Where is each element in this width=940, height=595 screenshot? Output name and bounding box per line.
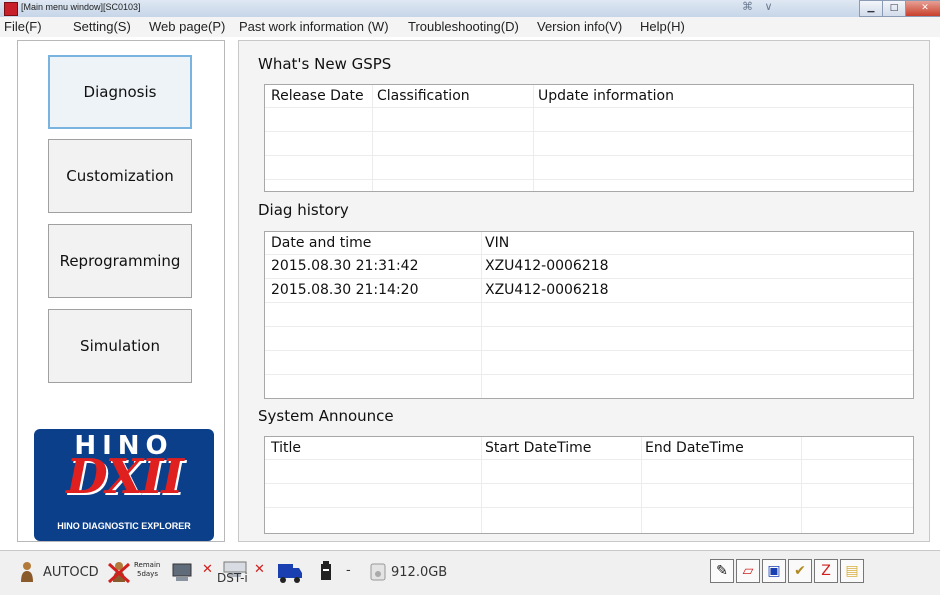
row-divider xyxy=(265,179,913,180)
whats-new-header: Release Date Classification Update infor… xyxy=(265,85,913,107)
error-person-icon xyxy=(107,562,131,584)
app-icon xyxy=(4,2,18,16)
dst-label: DST-i xyxy=(217,571,248,585)
history-datetime: 2015.08.30 21:14:20 xyxy=(271,282,419,298)
col-classification[interactable]: Classification xyxy=(377,88,470,104)
status-bar: AUTOCD Remain 5days ✕ DST-i ✕ - 912.0GB … xyxy=(0,550,940,595)
row-divider xyxy=(265,131,913,132)
system-announce-table[interactable]: Title Start DateTime End DateTime xyxy=(264,436,914,534)
left-nav-panel: Diagnosis Customization Reprogramming Si… xyxy=(17,40,225,542)
reprogramming-button[interactable]: Reprogramming xyxy=(48,224,192,298)
pc-error-icon: ✕ xyxy=(202,562,213,577)
main-content-panel: What's New GSPS Release Date Classificat… xyxy=(238,40,930,542)
eraser-icon[interactable]: ▱ xyxy=(736,559,760,583)
menu-web-page[interactable]: Web page(P) xyxy=(149,19,225,34)
menu-troubleshooting[interactable]: Troubleshooting(D) xyxy=(408,19,519,34)
diagnosis-button[interactable]: Diagnosis xyxy=(48,55,192,129)
col-divider xyxy=(372,85,373,191)
row-divider xyxy=(265,302,913,303)
menu-file[interactable]: File(F) xyxy=(4,19,42,34)
row-divider xyxy=(265,374,913,375)
row-divider xyxy=(265,350,913,351)
row-divider xyxy=(265,107,913,108)
row-divider xyxy=(265,155,913,156)
logo-product: DXII xyxy=(66,449,184,505)
folder-icon[interactable]: ▤ xyxy=(840,559,864,583)
minimize-button[interactable]: ▁ xyxy=(859,0,883,17)
col-divider xyxy=(641,437,642,533)
row-divider xyxy=(265,254,913,255)
diag-history-header: Date and time VIN xyxy=(265,232,913,254)
remain-days: 5days xyxy=(137,570,158,578)
truck-icon xyxy=(278,564,302,583)
col-divider xyxy=(801,437,802,533)
edit-pen-icon[interactable]: ✎ xyxy=(710,559,734,583)
history-vin: XZU412-0006218 xyxy=(485,258,609,274)
whats-new-table[interactable]: Release Date Classification Update infor… xyxy=(264,84,914,192)
col-divider xyxy=(481,437,482,533)
col-end-datetime[interactable]: End DateTime xyxy=(645,440,744,456)
disk-icon xyxy=(370,563,386,581)
close-button[interactable]: ✕ xyxy=(905,0,940,17)
menu-setting[interactable]: Setting(S) xyxy=(73,19,131,34)
pc-icon xyxy=(172,563,192,581)
hino-dx-logo: HINO DXII HINO DIAGNOSTIC EXPLORER xyxy=(34,429,214,541)
save-icon[interactable]: ▣ xyxy=(762,559,786,583)
history-datetime: 2015.08.30 21:31:42 xyxy=(271,258,419,274)
simulation-button[interactable]: Simulation xyxy=(48,309,192,383)
menu-version-info[interactable]: Version info(V) xyxy=(537,19,622,34)
diag-history-label: Diag history xyxy=(258,201,349,219)
row-divider xyxy=(265,278,913,279)
document-check-icon[interactable]: ✔ xyxy=(788,559,812,583)
customization-button[interactable]: Customization xyxy=(48,139,192,213)
title-bar: [Main menu window][SC0103] ⌘ ∨ ▁ □ ✕ xyxy=(0,0,940,18)
col-update-information[interactable]: Update information xyxy=(538,88,674,104)
col-release-date[interactable]: Release Date xyxy=(271,88,364,104)
tool-icon-group: ✎ ▱ ▣ ✔ Z ▤ xyxy=(710,559,866,583)
row-divider xyxy=(265,459,913,460)
menu-past-work-info[interactable]: Past work information (W) xyxy=(239,19,389,34)
disk-space: 912.0GB xyxy=(391,565,448,580)
col-start-datetime[interactable]: Start DateTime xyxy=(485,440,591,456)
col-date-and-time[interactable]: Date and time xyxy=(271,235,371,251)
col-divider xyxy=(533,85,534,191)
menu-bar: File(F) Setting(S) Web page(P) Past work… xyxy=(0,17,940,37)
col-vin[interactable]: VIN xyxy=(485,235,509,251)
person-icon xyxy=(21,562,33,582)
window-title: [Main menu window][SC0103] xyxy=(21,2,141,12)
caption-extra-buttons[interactable]: ⌘ ∨ xyxy=(742,0,777,13)
remain-label: Remain xyxy=(134,561,161,569)
row-divider xyxy=(265,507,913,508)
row-divider xyxy=(265,326,913,327)
battery-icon xyxy=(321,561,331,580)
system-announce-label: System Announce xyxy=(258,407,394,425)
dst-error-icon: ✕ xyxy=(254,562,265,577)
maximize-button[interactable]: □ xyxy=(882,0,906,17)
notes-icon[interactable]: Z xyxy=(814,559,838,583)
whats-new-label: What's New GSPS xyxy=(258,55,392,73)
logo-tagline: HINO DIAGNOSTIC EXPLORER xyxy=(57,521,191,531)
autocd-label: AUTOCD xyxy=(43,565,99,580)
battery-value: - xyxy=(346,563,351,578)
col-title[interactable]: Title xyxy=(271,440,301,456)
row-divider xyxy=(265,483,913,484)
window-controls: ▁ □ ✕ xyxy=(859,0,940,17)
diag-history-table[interactable]: Date and time VIN 2015.08.30 21:31:42 XZ… xyxy=(264,231,914,399)
menu-help[interactable]: Help(H) xyxy=(640,19,685,34)
system-announce-header: Title Start DateTime End DateTime xyxy=(265,437,913,459)
history-vin: XZU412-0006218 xyxy=(485,282,609,298)
